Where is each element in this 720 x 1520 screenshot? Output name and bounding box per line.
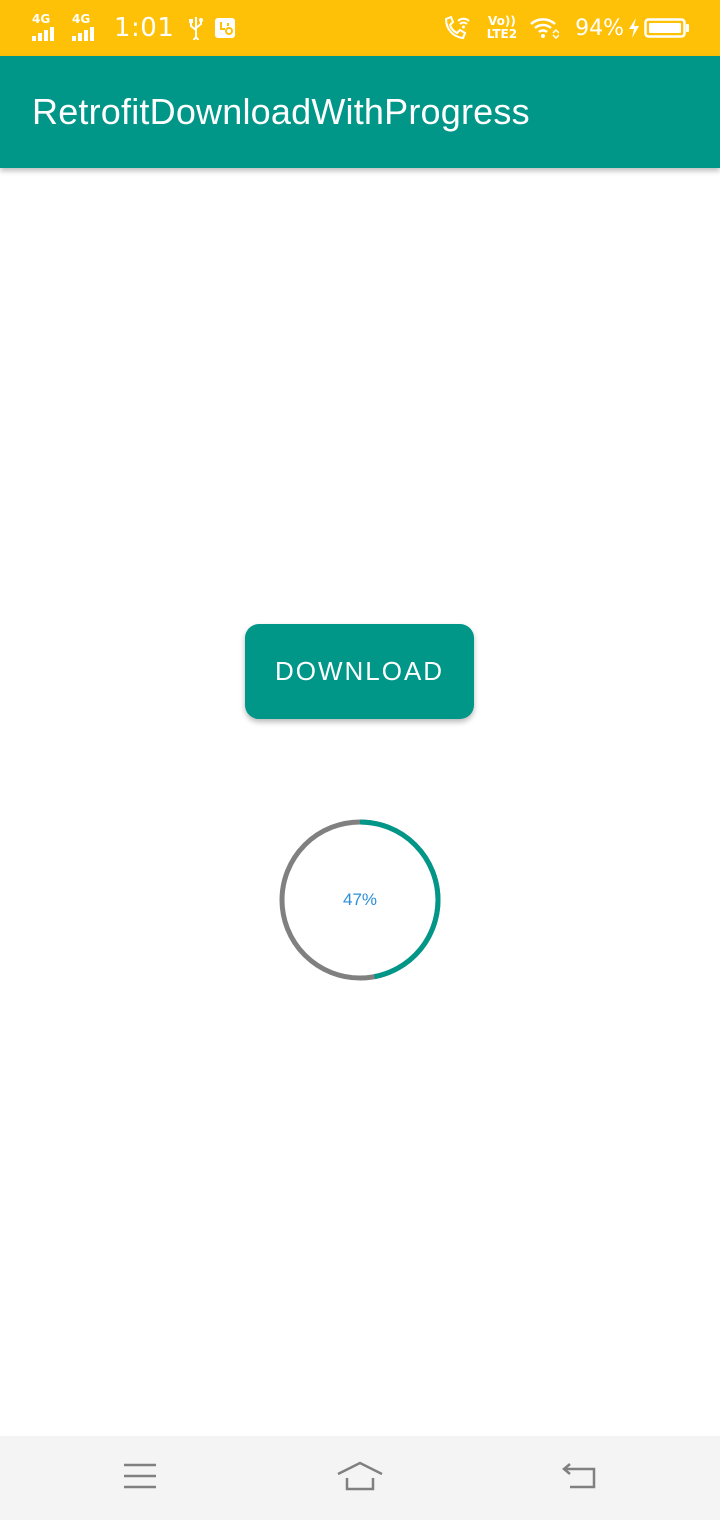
wifi-icon: [529, 17, 560, 39]
menu-button[interactable]: [112, 1452, 168, 1504]
circular-progress: 47%: [276, 816, 444, 984]
battery-percent: 94%: [575, 15, 624, 41]
status-bar-right: Vo)) LTE2 94%: [443, 0, 690, 56]
volte-icon: Vo)) LTE2: [487, 15, 517, 41]
usb-icon: [188, 16, 204, 40]
signal-icon: 4G: [32, 13, 62, 43]
menu-icon: [122, 1462, 158, 1494]
wifi-calling-icon: [443, 15, 471, 41]
download-button[interactable]: DOWNLOAD: [245, 624, 474, 719]
notification-app-icon: [214, 17, 236, 39]
network-type-2: 4G: [72, 12, 91, 26]
clock: 1:01: [114, 13, 175, 43]
status-bar: 4G 4G 1:01 Vo)) LTE2 94%: [0, 0, 720, 56]
navigation-bar: [0, 1436, 720, 1520]
app-bar: RetrofitDownloadWithProgress: [0, 56, 720, 168]
progress-percent-label: 47%: [342, 890, 378, 909]
network-type-1: 4G: [32, 12, 51, 26]
download-button-label: DOWNLOAD: [274, 656, 445, 686]
lte-label: LTE2: [486, 27, 518, 41]
home-button[interactable]: [332, 1452, 388, 1504]
back-button[interactable]: [551, 1452, 607, 1504]
signal-icon: 4G: [72, 13, 102, 43]
app-title: RetrofitDownloadWithProgress: [32, 91, 530, 132]
status-bar-left: 4G 4G 1:01: [32, 0, 246, 56]
back-icon: [560, 1461, 598, 1495]
charging-icon: [628, 17, 640, 39]
battery-icon: [644, 17, 690, 39]
home-icon: [335, 1460, 385, 1496]
